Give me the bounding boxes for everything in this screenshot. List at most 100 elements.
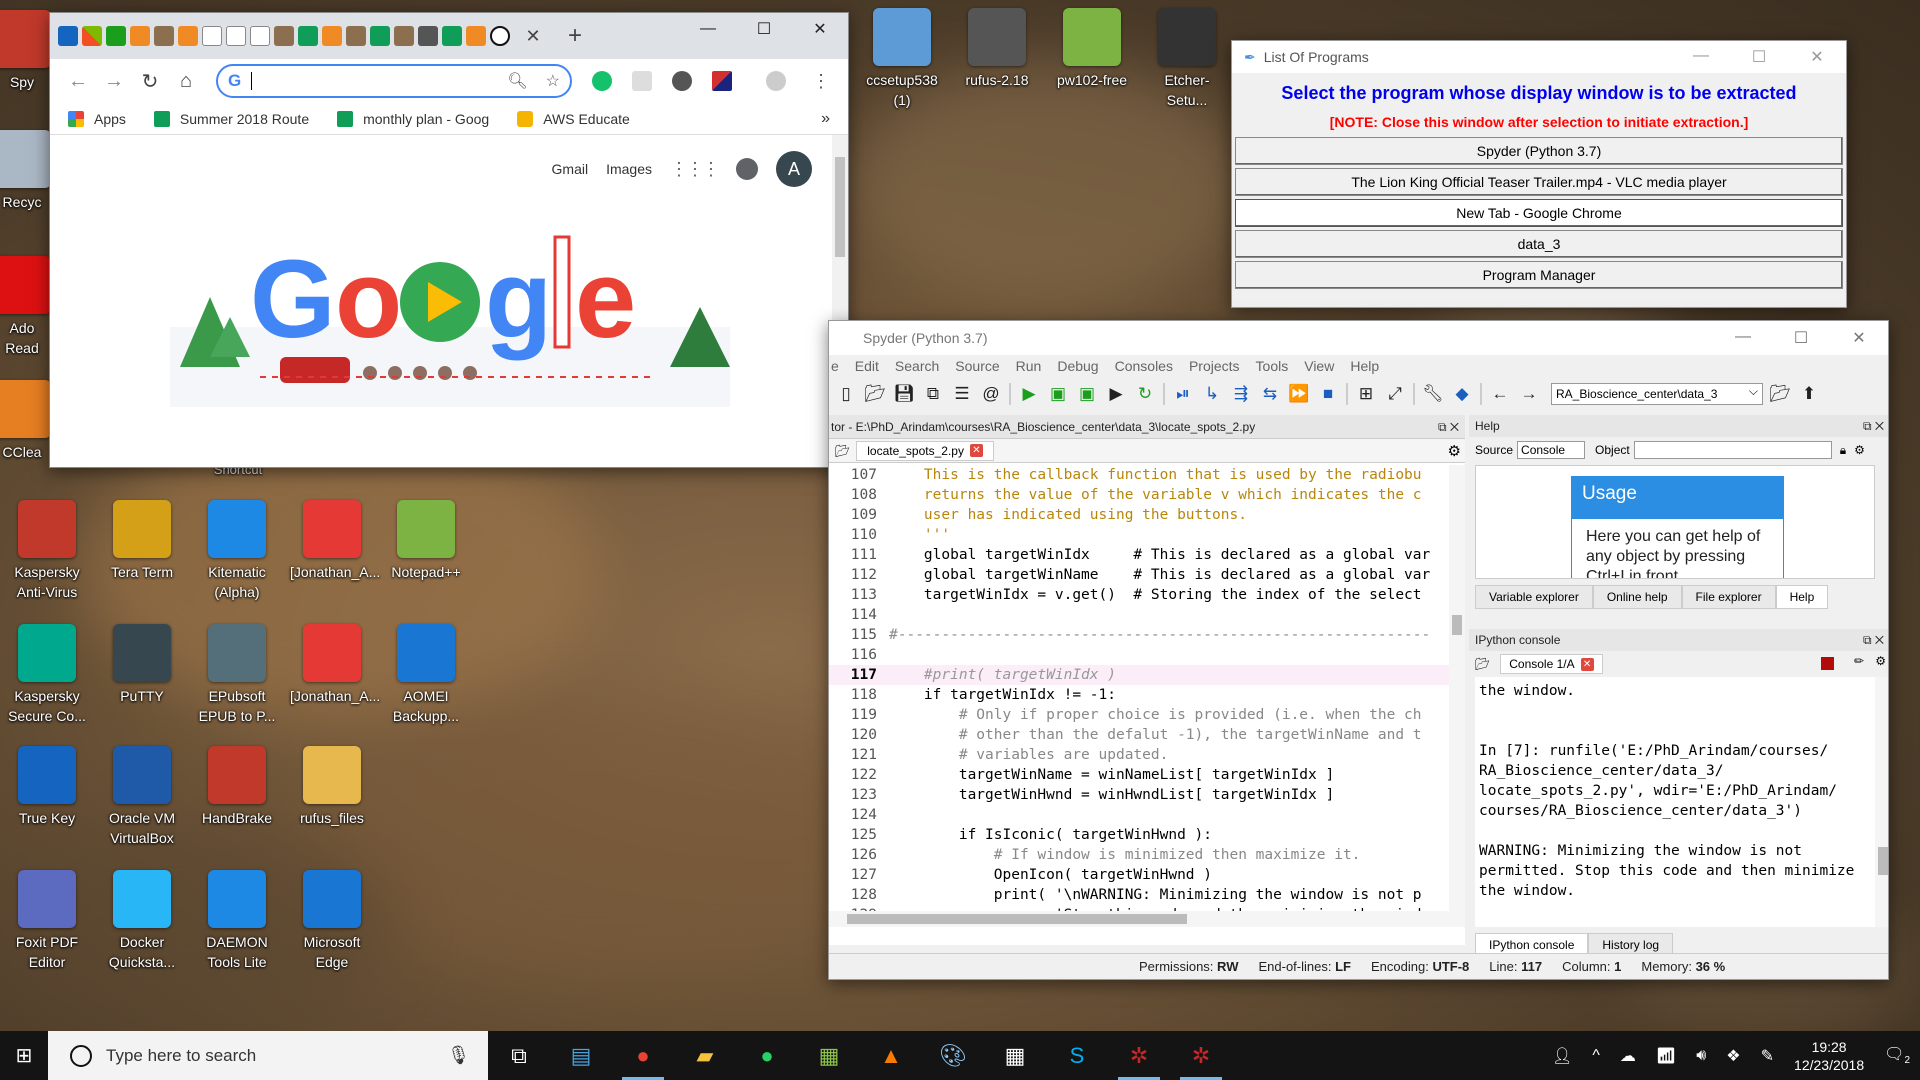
outlook-tab-icon[interactable] <box>58 26 78 46</box>
microsoft-tab-icon[interactable] <box>82 26 102 46</box>
address-bar[interactable]: G 🔍︎ ☆ <box>216 64 572 98</box>
desktop-icon-r0c0[interactable]: Kaspersky Anti-Virus <box>5 500 89 602</box>
tab-file-explorer[interactable]: File explorer <box>1681 585 1776 609</box>
menu-item[interactable]: Debug <box>1057 358 1098 374</box>
microphone-icon[interactable]: 🎙︎ <box>447 1045 470 1066</box>
python-tab-icon-2[interactable] <box>274 26 294 46</box>
taskbar-file-explorer-icon[interactable]: ▰ <box>674 1031 736 1080</box>
clear-console-icon[interactable]: ✏ <box>1854 654 1864 668</box>
forward-icon[interactable]: → <box>1518 383 1540 405</box>
close-tab-icon[interactable]: ✕ <box>969 444 983 457</box>
desktop-icon-r0c4[interactable]: Notepad++ <box>384 500 468 582</box>
python-tab-icon-3[interactable] <box>346 26 366 46</box>
tab-help[interactable]: Help <box>1775 585 1829 609</box>
google-apps-icon[interactable]: ⋮⋮⋮ <box>670 159 720 180</box>
vpn-extension-icon[interactable] <box>672 71 692 91</box>
menu-item[interactable]: Source <box>955 358 999 374</box>
stop-kernel-icon[interactable] <box>1821 657 1834 670</box>
preferences-icon[interactable]: 🔧︎ <box>1422 383 1444 405</box>
desktop-icon-r3c0[interactable]: Foxit PDF Editor <box>5 870 89 972</box>
tab-variable-explorer[interactable]: Variable explorer <box>1475 585 1593 609</box>
at-icon[interactable]: @ <box>980 383 1002 405</box>
back-icon[interactable]: ← <box>1489 383 1511 405</box>
taskbar-chrome-icon[interactable]: ● <box>612 1031 674 1080</box>
menu-item[interactable]: Tools <box>1256 358 1289 374</box>
close-icon[interactable]: ✕ <box>792 13 848 45</box>
stackoverflow-tab-icon-3[interactable] <box>322 26 342 46</box>
save-icon[interactable]: 💾︎ <box>893 383 915 405</box>
sheets-tab-icon-2[interactable] <box>370 26 390 46</box>
bookmark-aws-educate[interactable]: AWS Educate <box>517 110 630 127</box>
object-input[interactable] <box>1633 441 1832 459</box>
maximize-icon[interactable]: ☐ <box>1772 328 1830 348</box>
gmail-tab-icon[interactable] <box>106 26 126 46</box>
notifications-icon[interactable] <box>736 158 758 180</box>
notification-center-icon[interactable]: 🗨︎2 <box>1884 1044 1910 1066</box>
more-bookmarks-icon[interactable]: » <box>821 110 830 128</box>
close-tab-icon[interactable]: ✕ <box>522 26 544 47</box>
editor-vscroll[interactable] <box>1449 465 1465 911</box>
browse-folder-icon[interactable]: 📂︎ <box>1769 383 1791 405</box>
gear-icon[interactable]: ⚙ <box>1448 442 1461 460</box>
stackoverflow-tab-icon-2[interactable] <box>178 26 198 46</box>
desktop-icon-r1c0[interactable]: Kaspersky Secure Co... <box>5 624 89 726</box>
doc-tab-icon-2[interactable] <box>226 26 246 46</box>
python-path-icon[interactable]: ◆ <box>1451 383 1473 405</box>
desktop-icon-top-0[interactable]: ccsetup538 (1) <box>860 8 944 110</box>
doc-tab-icon-3[interactable] <box>250 26 270 46</box>
github-tab-icon[interactable] <box>490 26 510 46</box>
console-tab[interactable]: Console 1/A ✕ <box>1500 654 1603 674</box>
desktop-icon-r2c0[interactable]: True Key <box>5 746 89 828</box>
pen-icon[interactable]: ✎ <box>1761 1046 1774 1066</box>
python-tab-icon[interactable] <box>154 26 174 46</box>
taskbar-paint-icon[interactable]: 🎨︎ <box>922 1031 984 1080</box>
editor-tab[interactable]: locate_spots_2.py ✕ <box>856 440 994 461</box>
clock[interactable]: 19:28 12/23/2018 <box>1794 1038 1864 1074</box>
volume-icon[interactable]: 🔊︎ <box>1696 1047 1706 1065</box>
step-return-icon[interactable]: ⇆ <box>1259 383 1281 405</box>
program-option-selected[interactable]: New Tab - Google Chrome <box>1235 199 1843 227</box>
menu-item[interactable]: Projects <box>1189 358 1240 374</box>
desktop-icon-r0c3[interactable]: [Jonathan_A... <box>290 500 380 582</box>
python-tab-icon-4[interactable] <box>394 26 414 46</box>
lock-icon[interactable]: 🔒︎ <box>1840 443 1846 458</box>
console-output[interactable]: the window. In [7]: runfile('E:/PhD_Arin… <box>1475 677 1875 927</box>
menu-item[interactable]: View <box>1304 358 1334 374</box>
minimize-icon[interactable]: — <box>1714 328 1772 348</box>
desktop-icon-r0c2[interactable]: Kitematic (Alpha) <box>195 500 279 602</box>
reload-icon[interactable]: ↻ <box>132 69 168 94</box>
step-icon[interactable]: ↳ <box>1201 383 1223 405</box>
desktop-icon-r1c4[interactable]: AOMEI Backupp... <box>384 624 468 726</box>
stop-debug-icon[interactable]: ■ <box>1317 383 1339 405</box>
grammarly-extension-icon[interactable] <box>592 71 612 91</box>
task-view-icon[interactable]: ⧉ <box>488 1031 550 1080</box>
debug-icon[interactable]: ⏯ <box>1172 383 1194 405</box>
desktop-icon-r0c1[interactable]: Tera Term <box>100 500 184 582</box>
taskbar-spyder-icon[interactable]: ✲ <box>1108 1031 1170 1080</box>
chrome-window[interactable]: ✕ + — ☐ ✕ ← → ↻ ⌂ G 🔍︎ ☆ ⋮ Apps Summer 2… <box>49 12 849 469</box>
new-file-icon[interactable]: ▯ <box>835 383 857 405</box>
taskbar-calculator-icon[interactable]: ▦ <box>984 1031 1046 1080</box>
desktop-icon-r1c3[interactable]: [Jonathan_A... <box>290 624 380 706</box>
program-option[interactable]: Spyder (Python 3.7) <box>1235 137 1843 165</box>
pane-controls[interactable]: ⧉ ✕ <box>1863 629 1884 651</box>
close-icon[interactable]: ✕ <box>1830 328 1888 348</box>
parent-directory-icon[interactable]: ⬆ <box>1798 383 1820 405</box>
source-select[interactable]: Console <box>1517 441 1586 459</box>
open-file-icon[interactable]: 📂︎ <box>864 383 886 405</box>
taskbar-notepadpp-icon[interactable]: ▦ <box>798 1031 860 1080</box>
menu-dots-icon[interactable]: ⋮ <box>812 71 830 92</box>
minimize-icon[interactable]: — <box>1672 47 1730 67</box>
bookmark-summer-route[interactable]: Summer 2018 Route <box>153 110 309 127</box>
stackoverflow-tab-icon[interactable] <box>130 26 150 46</box>
new-tab-button[interactable]: + <box>568 22 582 50</box>
home-icon[interactable]: ⌂ <box>168 70 204 93</box>
menu-item[interactable]: Search <box>895 358 939 374</box>
step-into-icon[interactable]: ⇶ <box>1230 383 1252 405</box>
list-icon[interactable]: ☰ <box>951 383 973 405</box>
minimize-icon[interactable]: — <box>680 13 736 45</box>
taskbar-search[interactable]: Type here to search 🎙︎ <box>48 1031 488 1080</box>
fullscreen-icon[interactable]: ⤢ <box>1384 383 1406 405</box>
tab-online-help[interactable]: Online help <box>1592 585 1682 609</box>
show-hidden-icons[interactable]: ^ <box>1592 1047 1600 1065</box>
